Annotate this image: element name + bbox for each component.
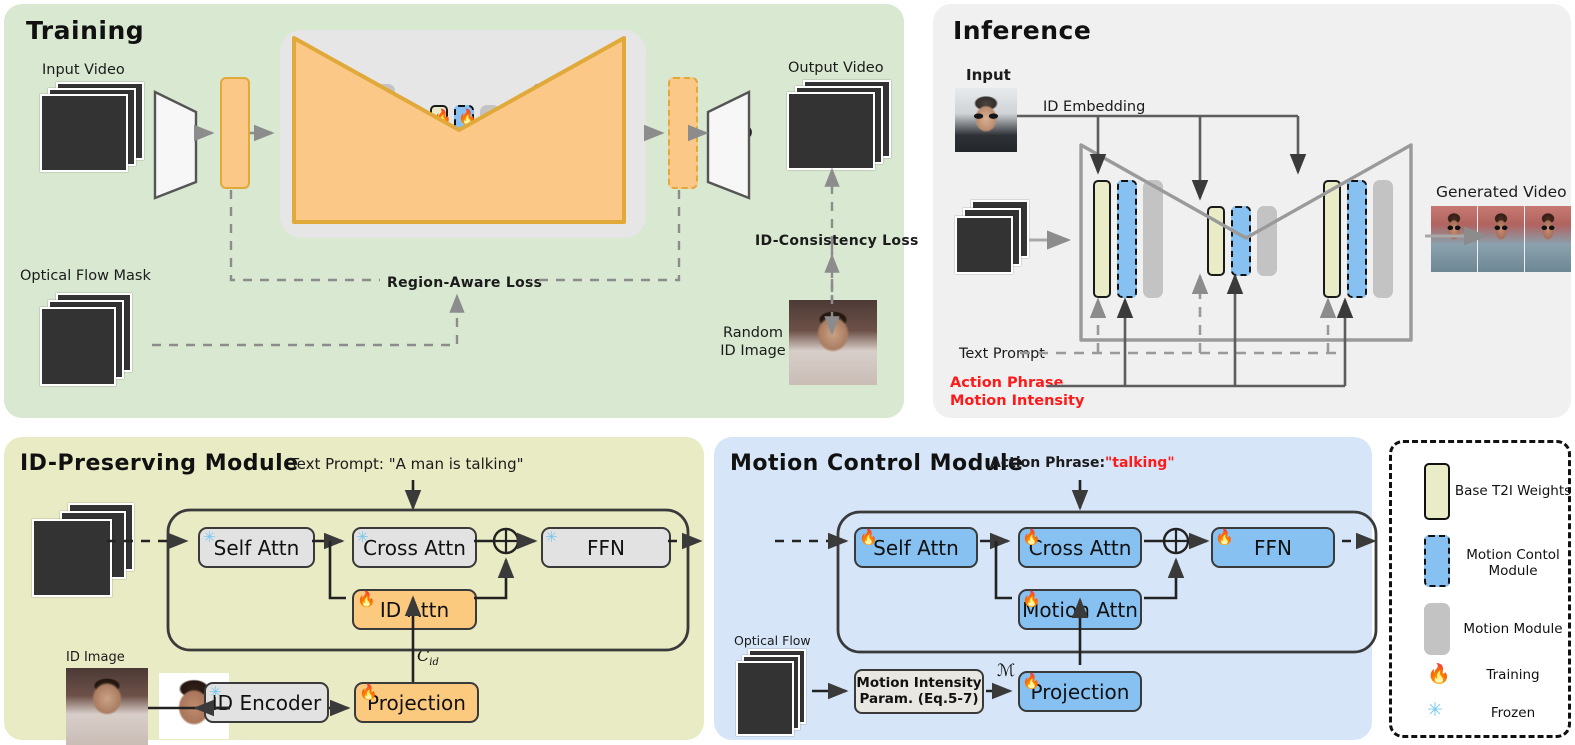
inf-mcm-block-1 xyxy=(1117,180,1137,298)
inf-mm-block-3 xyxy=(1373,180,1393,298)
motion-control-module-panel: Motion Control Module Action Phrase: "ta… xyxy=(714,437,1372,740)
training-panel-title: Training xyxy=(26,16,145,45)
latent-bar-input xyxy=(220,77,250,189)
region-aware-loss-label: Region-Aware Loss xyxy=(387,275,543,291)
inf-mm-block-2 xyxy=(1257,206,1277,276)
unet-mcm-block-1 xyxy=(349,84,369,190)
inf-mcm-block-3 xyxy=(1347,180,1367,298)
legend-flame-icon: 🔥 xyxy=(1427,663,1451,685)
legend-swatch-motion-control-module xyxy=(1424,535,1450,587)
legend-label-motion-module: Motion Module xyxy=(1463,621,1563,637)
inf-t2i-block-2 xyxy=(1207,206,1225,276)
decoder-label: D xyxy=(737,122,753,144)
motion-intensity-param-block[interactable]: Motion Intensity Param. (Eq.5-7) xyxy=(854,669,984,714)
id-image-label: ID Image xyxy=(66,650,125,665)
legend-swatch-base-t2i xyxy=(1424,463,1450,520)
inf-t2i-block-3 xyxy=(1323,180,1341,298)
random-id-image-label-2: ID Image xyxy=(720,343,786,359)
motion-self-attn-block[interactable]: Self Attn xyxy=(854,527,978,568)
unet-mm-block-3 xyxy=(583,84,603,190)
legend-panel: Base T2I Weights Motion Contol Module Mo… xyxy=(1389,440,1571,738)
input-video-label: Input Video xyxy=(42,62,125,78)
inference-panel-title: Inference xyxy=(953,16,1092,45)
random-id-image-label-1: Random xyxy=(722,325,784,341)
id-projection-block[interactable]: Projection xyxy=(354,682,479,723)
unet-t2i-block-3 xyxy=(533,84,551,190)
unet-t2i-block-1 xyxy=(325,84,343,190)
unet-mcm-block-2 xyxy=(454,105,474,170)
motion-cross-attn-label: Cross Attn xyxy=(1028,535,1132,560)
id-encoder-label: ID Encoder xyxy=(211,690,322,715)
snowflake-icon-decoder: ✳ xyxy=(720,139,733,157)
inference-text-prompt-label: Text Prompt xyxy=(959,346,1045,362)
motion-self-attn-label: Self Attn xyxy=(873,535,959,560)
id-module-cross-attn-label: Cross Attn xyxy=(363,535,466,560)
inf-t2i-block-1 xyxy=(1093,180,1111,298)
motion-attn-block[interactable]: Motion Attn xyxy=(1018,589,1142,630)
encoder-label: E xyxy=(167,122,180,144)
cid-symbol: Cid xyxy=(417,646,439,668)
unet-t2i-block-2 xyxy=(430,105,448,170)
generated-video-frame-3 xyxy=(1525,206,1571,272)
id-module-ffn-block[interactable]: FFN xyxy=(541,527,671,568)
inf-mm-block-1 xyxy=(1143,180,1163,298)
id-embedding-label: ID Embedding xyxy=(1043,99,1146,115)
generated-video-frame-2 xyxy=(1478,206,1524,272)
id-module-text-prompt-label: Text Prompt: "A man is talking" xyxy=(290,455,524,473)
legend-label-motion-control-module: Motion Contol Module xyxy=(1466,547,1560,580)
motion-ffn-label: FFN xyxy=(1254,535,1292,560)
id-module-id-attn-label: ID Attn xyxy=(379,597,450,622)
id-module-ffn-label: FFN xyxy=(587,535,625,560)
inference-input-label: Input xyxy=(966,66,1011,84)
id-module-id-attn-block[interactable]: ID Attn xyxy=(352,589,477,630)
motion-action-phrase-value: "talking" xyxy=(1105,455,1175,471)
id-image-thumbnail xyxy=(66,668,148,745)
random-id-image xyxy=(789,300,877,385)
legend-label-training: Training xyxy=(1486,667,1540,683)
inference-action-phrase-label: Action Phrase xyxy=(950,375,1064,391)
inference-motion-intensity-label: Motion Intensity xyxy=(950,393,1085,409)
id-encoder-block[interactable]: ID Encoder xyxy=(204,682,329,723)
inference-input-image xyxy=(955,88,1017,152)
optical-flow-mask-label: Optical Flow Mask xyxy=(20,268,151,284)
motion-projection-label: Projection xyxy=(1030,679,1130,704)
m-symbol: ℳ xyxy=(997,661,1016,681)
id-preserving-module-panel: ID-Preserving Module Text Prompt: "A man… xyxy=(4,437,704,745)
motion-cross-attn-block[interactable]: Cross Attn xyxy=(1018,527,1142,568)
motion-intensity-param-line1: Motion Intensity xyxy=(856,675,982,692)
motion-projection-block[interactable]: Projection xyxy=(1018,671,1142,712)
cid-base: C xyxy=(417,646,430,665)
id-module-title: ID-Preserving Module xyxy=(20,451,299,476)
generated-video-frame-1 xyxy=(1431,206,1477,272)
motion-module-title: Motion Control Module xyxy=(730,451,1024,476)
id-module-cross-attn-block[interactable]: Cross Attn xyxy=(352,527,477,568)
optical-flow-label: Optical Flow xyxy=(734,633,811,648)
latent-bar-output xyxy=(668,77,698,189)
motion-action-phrase-label: Action Phrase: xyxy=(990,455,1106,471)
motion-attn-label: Motion Attn xyxy=(1022,597,1138,622)
generated-video-label: Generated Video xyxy=(1436,183,1567,201)
inf-mcm-block-2 xyxy=(1231,206,1251,276)
legend-label-base-t2i: Base T2I Weights xyxy=(1454,483,1572,499)
motion-intensity-param-line2: Param. (Eq.5-7) xyxy=(859,690,979,707)
motion-ffn-block[interactable]: FFN xyxy=(1211,527,1335,568)
inference-panel: Inference Input ID Embedding Text Prompt… xyxy=(933,4,1571,418)
unet-mm-block-1 xyxy=(375,84,395,190)
unet-mm-block-2 xyxy=(480,105,500,170)
training-panel: Training Input Video E ✳ 🔥 🔥 ✳ 🔥 🔥 ✳ 🔥 🔥… xyxy=(4,4,918,418)
legend-snowflake-icon: ✳ xyxy=(1427,699,1443,721)
id-projection-label: Projection xyxy=(367,690,466,715)
unet-mcm-block-3 xyxy=(557,84,577,190)
output-video-label: Output Video xyxy=(788,60,884,76)
cid-sub: id xyxy=(429,657,439,669)
id-module-self-attn-label: Self Attn xyxy=(213,535,300,560)
id-module-self-attn-block[interactable]: Self Attn xyxy=(198,527,315,568)
legend-swatch-motion-module xyxy=(1424,603,1450,655)
id-consistency-loss-label: ID-Consistency Loss xyxy=(755,233,919,249)
legend-label-frozen: Frozen xyxy=(1490,705,1536,721)
